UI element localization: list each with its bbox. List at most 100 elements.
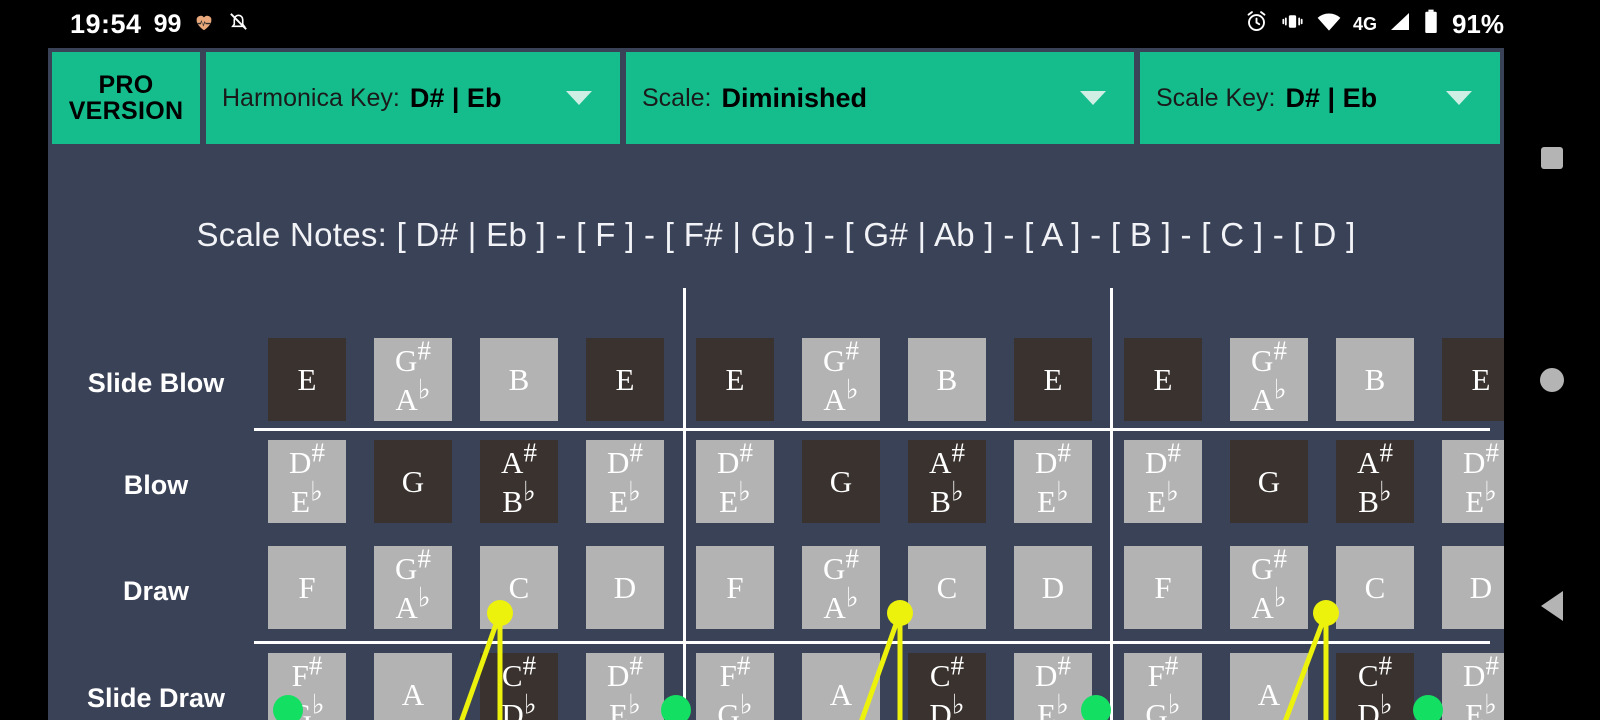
chevron-down-icon[interactable] xyxy=(1446,91,1472,105)
network-type-label: 4G xyxy=(1352,13,1377,34)
note-cell[interactable]: D# E♭ xyxy=(1014,439,1092,523)
note-cell[interactable]: E xyxy=(1442,338,1504,421)
harmonica-key-dropdown[interactable]: Harmonica Key: D# | Eb xyxy=(206,52,620,144)
note-primary: D xyxy=(1041,570,1065,605)
note-cell[interactable]: A# B♭ xyxy=(908,437,986,523)
note-cell[interactable]: A# B♭ xyxy=(480,439,558,523)
note-cell[interactable]: A xyxy=(374,653,452,720)
note-cell[interactable]: F xyxy=(696,546,774,629)
note-alternate: G♭ xyxy=(289,689,325,720)
note-alternate: E♭ xyxy=(719,476,751,519)
note-alternate: E♭ xyxy=(1037,476,1069,519)
note-cell[interactable]: E xyxy=(696,338,774,421)
pro-version-button[interactable]: PRO VERSION xyxy=(52,52,200,144)
note-primary: D xyxy=(613,570,637,605)
note-primary: A xyxy=(1257,677,1281,712)
note-cell[interactable]: D# E♭ xyxy=(1124,439,1202,523)
note-cell[interactable]: B xyxy=(480,338,558,421)
note-cell[interactable]: A xyxy=(802,653,880,720)
note-cell[interactable]: C xyxy=(1336,546,1414,629)
note-cell[interactable]: B xyxy=(1336,338,1414,421)
note-primary: A xyxy=(829,677,853,712)
home-circle-icon[interactable] xyxy=(1540,367,1564,392)
step-count: 99 xyxy=(153,9,182,38)
note-cell[interactable]: G xyxy=(374,440,452,523)
note-alternate: D♭ xyxy=(501,689,537,720)
note-cell[interactable]: E xyxy=(1124,338,1202,421)
note-cell[interactable]: E xyxy=(1014,338,1092,421)
note-cell[interactable]: D xyxy=(1442,546,1504,629)
note-cell[interactable]: D xyxy=(586,546,664,629)
pro-version-line1: PRO xyxy=(98,70,154,99)
note-cell[interactable]: G xyxy=(1230,440,1308,523)
wifi-icon xyxy=(1316,11,1342,38)
note-cell[interactable]: G# A♭ xyxy=(374,545,452,629)
note-cell[interactable]: B xyxy=(908,338,986,421)
note-alternate: E♭ xyxy=(609,689,641,720)
note-cell[interactable]: C# D♭ xyxy=(480,652,558,720)
note-cell[interactable]: G xyxy=(802,440,880,523)
scale-dropdown[interactable]: Scale: Diminished xyxy=(626,52,1134,144)
note-cell[interactable]: C# D♭ xyxy=(1336,652,1414,720)
note-primary: A# xyxy=(929,437,965,480)
note-primary: E xyxy=(615,362,635,397)
note-alternate: E♭ xyxy=(1465,689,1497,720)
note-cell[interactable]: D# E♭ xyxy=(586,439,664,523)
note-cell[interactable]: F# G♭ xyxy=(268,652,346,720)
note-cell[interactable]: C# D♭ xyxy=(908,650,986,720)
note-alternate: B♭ xyxy=(502,476,536,519)
note-primary: D# xyxy=(289,437,325,480)
back-triangle-icon[interactable] xyxy=(1541,590,1563,621)
note-cell[interactable]: G# A♭ xyxy=(802,543,880,629)
recents-square-icon[interactable] xyxy=(1541,147,1563,170)
note-alternate: D♭ xyxy=(929,689,965,720)
note-cell[interactable]: F# G♭ xyxy=(1124,652,1202,720)
note-cell[interactable]: G# A♭ xyxy=(374,337,452,421)
note-cell[interactable]: D# E♭ xyxy=(1442,439,1504,523)
note-cell[interactable]: C xyxy=(908,546,986,629)
chevron-down-icon[interactable] xyxy=(1080,91,1106,105)
note-cell[interactable]: F xyxy=(268,546,346,629)
note-cell[interactable]: G# A♭ xyxy=(1230,337,1308,421)
note-primary: C# xyxy=(929,650,965,693)
note-cell[interactable]: D# E♭ xyxy=(1014,650,1092,720)
note-cell[interactable]: E xyxy=(586,338,664,421)
status-bar: 19:54 99 4G 91% xyxy=(0,0,1600,48)
note-cell[interactable]: G# A♭ xyxy=(1230,543,1308,629)
note-cell[interactable]: A xyxy=(1230,653,1308,720)
note-cell[interactable]: D# E♭ xyxy=(586,652,664,720)
note-cell[interactable]: E xyxy=(268,338,346,421)
note-primary: D# xyxy=(1035,650,1071,693)
note-cell[interactable]: F# G♭ xyxy=(696,650,774,720)
note-cell[interactable]: D xyxy=(1014,546,1092,629)
note-primary: G xyxy=(401,464,425,499)
note-alternate: A♭ xyxy=(395,582,431,625)
note-primary: A xyxy=(401,677,425,712)
note-primary: B xyxy=(508,362,530,397)
root-note-marker xyxy=(661,695,691,720)
note-cell[interactable]: C xyxy=(480,546,558,629)
octave-group-separator xyxy=(1110,288,1113,720)
row-group-separator xyxy=(254,641,1490,644)
note-cell[interactable]: D# E♭ xyxy=(696,439,774,523)
note-cell[interactable]: F xyxy=(1124,546,1202,629)
note-alternate: B♭ xyxy=(1358,476,1392,519)
app-window: PRO VERSION Harmonica Key: D# | Eb Scale… xyxy=(48,48,1504,720)
note-cell[interactable]: G# A♭ xyxy=(802,337,880,421)
note-primary: C xyxy=(1364,570,1386,605)
note-cell[interactable]: A# B♭ xyxy=(1336,439,1414,523)
scale-key-value: D# | Eb xyxy=(1285,82,1378,113)
note-primary: G# xyxy=(1251,543,1287,586)
note-alternate: A♭ xyxy=(395,374,431,417)
note-primary: F# xyxy=(719,650,751,693)
note-cell[interactable]: D# E♭ xyxy=(268,437,346,523)
note-primary: D xyxy=(1469,570,1493,605)
scale-key-dropdown[interactable]: Scale Key: D# | Eb xyxy=(1140,52,1500,144)
note-primary: D# xyxy=(1463,650,1499,693)
note-primary: C xyxy=(508,570,530,605)
note-cell[interactable]: D# E♭ xyxy=(1442,650,1504,720)
chevron-down-icon[interactable] xyxy=(566,91,592,105)
pro-version-line2: VERSION xyxy=(68,97,184,125)
note-primary: G# xyxy=(823,543,859,586)
note-primary: E xyxy=(1471,362,1491,397)
